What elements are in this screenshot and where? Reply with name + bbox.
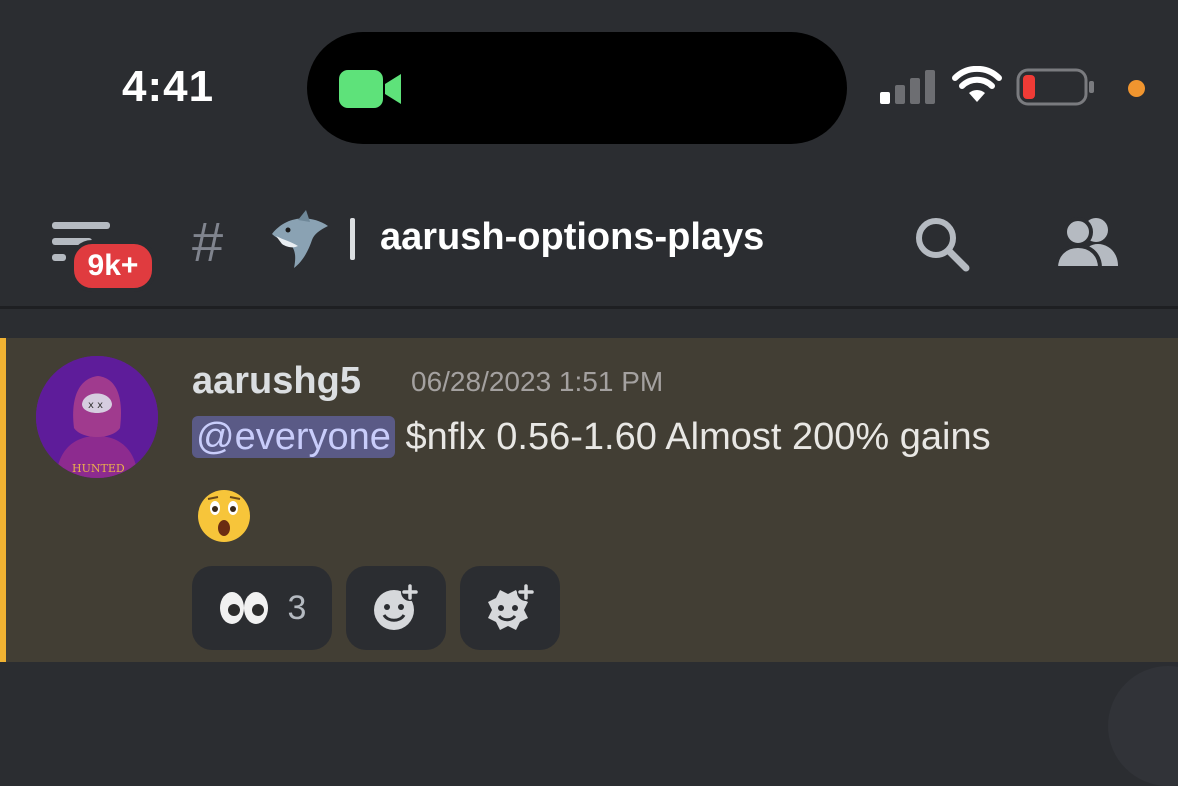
message-content: @everyone $nflx 0.56-1.60 Almost 200% ga…	[192, 416, 991, 459]
shark-emoji-icon	[272, 210, 328, 268]
dynamic-island[interactable]	[307, 32, 847, 144]
search-icon[interactable]	[912, 214, 972, 274]
wifi-icon	[952, 66, 1002, 102]
astonished-face-emoji-icon	[198, 490, 250, 542]
video-camera-icon	[339, 70, 401, 108]
add-reaction-icon	[374, 583, 419, 630]
header-divider	[0, 306, 1178, 309]
svg-text:x x: x x	[88, 400, 103, 411]
avatar[interactable]: x x HUNTED	[36, 356, 158, 478]
status-time: 4:41	[122, 62, 215, 111]
everyone-mention[interactable]: @everyone	[192, 416, 395, 458]
title-separator	[350, 218, 355, 260]
status-bar: 4:41	[0, 0, 1178, 170]
message-text: $nflx 0.56-1.60 Almost 200% gains	[405, 416, 991, 458]
message-author[interactable]: aarushg5	[192, 360, 361, 403]
unread-badge: 9k+	[70, 240, 156, 292]
add-super-reaction-button[interactable]	[460, 566, 560, 650]
super-reaction-icon	[488, 583, 535, 630]
floating-button-edge[interactable]	[1108, 666, 1178, 786]
channel-name[interactable]: aarush-options-plays	[380, 216, 764, 259]
message-item[interactable]: x x HUNTED aarushg5 06/28/2023 1:51 PM @…	[0, 338, 1178, 662]
add-reaction-button[interactable]	[346, 566, 446, 650]
reaction-eyes[interactable]: 3	[192, 566, 332, 650]
message-timestamp: 06/28/2023 1:51 PM	[411, 366, 664, 397]
reaction-count: 3	[287, 588, 307, 627]
avatar-hooded-figure-icon: x x HUNTED	[36, 356, 158, 478]
text-channel-hash-icon: #	[192, 210, 224, 273]
reactions-bar: 3	[192, 566, 560, 650]
members-icon[interactable]	[1052, 214, 1120, 270]
cellular-signal-icon	[880, 70, 935, 104]
privacy-indicator-dot-icon	[1128, 80, 1145, 97]
battery-low-icon	[1016, 68, 1094, 106]
eyes-emoji-icon	[219, 592, 268, 624]
svg-text:HUNTED: HUNTED	[72, 462, 125, 475]
